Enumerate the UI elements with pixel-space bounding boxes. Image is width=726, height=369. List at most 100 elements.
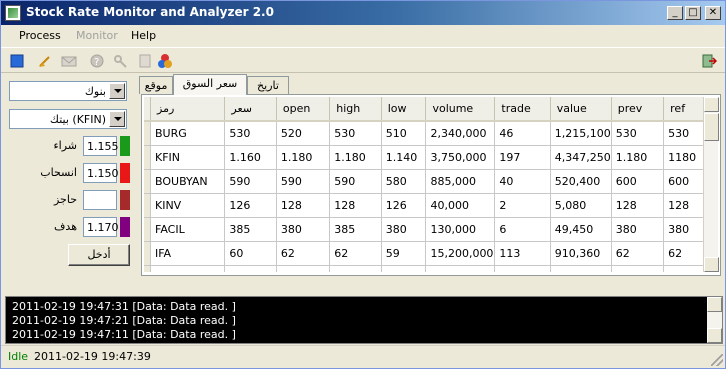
title-bar[interactable]: Stock Rate Monitor and Analyzer 2.0 _ □ … xyxy=(1,1,725,25)
buy-field[interactable]: 1.155 xyxy=(83,136,119,156)
table-cell[interactable]: KINV xyxy=(150,193,226,218)
table-cell[interactable]: 400 xyxy=(329,265,382,272)
help-icon[interactable]: ? xyxy=(89,53,105,69)
chevron-down-icon[interactable] xyxy=(109,111,125,127)
col-header-prev[interactable]: prev xyxy=(611,97,665,122)
col-header-ref[interactable]: ref xyxy=(663,97,704,122)
table-cell[interactable]: 3,750,000 xyxy=(425,145,496,170)
col-header-low[interactable]: low xyxy=(381,97,427,122)
table-cell[interactable]: 128 xyxy=(611,193,665,218)
table-cell[interactable]: 590 xyxy=(224,169,277,194)
table-cell[interactable]: IFA xyxy=(150,241,226,266)
table-cell[interactable]: 380 xyxy=(381,217,427,242)
table-cell[interactable]: 380 xyxy=(663,217,704,242)
col-header-price[interactable]: سعر xyxy=(224,97,277,122)
stop-icon[interactable] xyxy=(9,53,25,69)
table-cell[interactable]: 590 xyxy=(329,169,382,194)
table-cell[interactable]: 128 xyxy=(329,193,382,218)
table-cell[interactable]: 49,450 xyxy=(550,217,612,242)
scroll-thumb[interactable] xyxy=(704,113,719,141)
table-row[interactable]: NINV4004004003854,060,0001391,590,000400… xyxy=(144,265,704,272)
target-field[interactable]: 1.170 xyxy=(83,217,119,237)
table-cell[interactable]: 2,340,000 xyxy=(425,121,496,146)
table-cell[interactable]: 6 xyxy=(494,217,551,242)
table-cell[interactable]: 1.160 xyxy=(224,145,277,170)
tab-location[interactable]: موقع xyxy=(139,76,173,94)
table-cell[interactable]: 126 xyxy=(224,193,277,218)
table-cell[interactable]: 600 xyxy=(611,169,665,194)
table-cell[interactable]: 40,000 xyxy=(425,193,496,218)
col-header-symbol[interactable]: رمز xyxy=(150,97,226,122)
table-cell[interactable]: BURG xyxy=(150,121,226,146)
table-row[interactable]: KINV 126 128 128 126 40,000 2 5,080 128 128 xyxy=(144,193,704,218)
menu-help[interactable]: Help xyxy=(131,29,156,42)
table-cell[interactable]: 113 xyxy=(494,241,551,266)
table-row[interactable]: FACIL 385 380 385 380 130,000 6 49,450 380 380 xyxy=(144,217,704,242)
chevron-down-icon[interactable] xyxy=(109,83,125,99)
table-cell[interactable]: 1.180 xyxy=(611,145,665,170)
table-cell[interactable]: 62 xyxy=(663,241,704,266)
table-cell[interactable]: 40 xyxy=(494,169,551,194)
table-cell[interactable]: 4,347,250 xyxy=(550,145,612,170)
table-cell[interactable]: 139 xyxy=(494,265,551,272)
table-cell[interactable]: 1.180 xyxy=(329,145,382,170)
table-cell[interactable]: 400 xyxy=(611,265,665,272)
table-row[interactable]: KFIN 1.160 1.180 1.180 1.140 3,750,000 197 4,34… xyxy=(144,145,704,170)
table-cell[interactable]: 400 xyxy=(276,265,331,272)
table-cell[interactable]: 1.180 xyxy=(276,145,331,170)
table-cell[interactable]: 910,360 xyxy=(550,241,612,266)
close-button[interactable]: ✕ xyxy=(705,6,721,20)
barrier-field[interactable] xyxy=(83,190,117,210)
table-cell[interactable]: 1,215,100 xyxy=(550,121,612,146)
table-cell[interactable]: 1.140 xyxy=(381,145,427,170)
table-cell[interactable]: 128 xyxy=(663,193,704,218)
scroll-up-icon[interactable] xyxy=(704,97,719,112)
table-cell[interactable]: NINV xyxy=(150,265,226,272)
sector-select[interactable]: بنوك xyxy=(9,81,127,101)
scroll-down-icon[interactable] xyxy=(707,328,722,343)
table-cell[interactable]: 885,000 xyxy=(425,169,496,194)
key-icon[interactable] xyxy=(113,53,129,69)
table-cell[interactable]: 126 xyxy=(381,193,427,218)
mail-icon[interactable] xyxy=(61,53,77,69)
broom-icon[interactable] xyxy=(37,53,53,69)
table-cell[interactable]: 385 xyxy=(329,217,382,242)
table-cell[interactable]: 5,080 xyxy=(550,193,612,218)
table-cell[interactable]: 520 xyxy=(276,121,331,146)
tab-market-price[interactable]: سعر السوق xyxy=(173,74,247,95)
table-cell[interactable]: 590 xyxy=(276,169,331,194)
table-cell[interactable]: 128 xyxy=(276,193,331,218)
col-header-value[interactable]: value xyxy=(550,97,612,122)
company-select[interactable]: بيتك (KFIN) xyxy=(9,109,127,129)
table-cell[interactable]: 385 xyxy=(381,265,427,272)
table-cell[interactable]: 59 xyxy=(381,241,427,266)
table-cell[interactable]: 400 xyxy=(663,265,704,272)
exit-icon[interactable] xyxy=(701,53,717,69)
resize-grip-icon[interactable] xyxy=(711,354,723,366)
table-cell[interactable]: 62 xyxy=(276,241,331,266)
table-cell[interactable]: 530 xyxy=(663,121,704,146)
document-icon[interactable] xyxy=(137,53,153,69)
table-row[interactable]: BURG 530 520 530 510 2,340,000 46 1,215,100 530 5… xyxy=(144,121,704,146)
table-cell[interactable]: 380 xyxy=(276,217,331,242)
tab-history[interactable]: تاريخ xyxy=(247,76,289,94)
menu-monitor[interactable]: Monitor xyxy=(76,29,118,42)
table-cell[interactable]: 400 xyxy=(224,265,277,272)
enter-button[interactable]: أدخل xyxy=(68,244,130,266)
table-cell[interactable]: 15,200,000 xyxy=(425,241,496,266)
log-vertical-scrollbar[interactable] xyxy=(707,297,722,343)
table-cell[interactable]: 530 xyxy=(611,121,665,146)
table-row[interactable]: BOUBYAN 590 590 590 580 885,000 40 520,400 600 60… xyxy=(144,169,704,194)
table-cell[interactable]: 530 xyxy=(329,121,382,146)
stack-icon[interactable] xyxy=(157,53,173,69)
table-row[interactable]: IFA 60 62 62 59 15,200,000 113 910,360 62 62 xyxy=(144,241,704,266)
table-cell[interactable]: 130,000 xyxy=(425,217,496,242)
table-cell[interactable]: BOUBYAN xyxy=(150,169,226,194)
table-cell[interactable]: 510 xyxy=(381,121,427,146)
table-cell[interactable]: 380 xyxy=(611,217,665,242)
table-cell[interactable]: 520,400 xyxy=(550,169,612,194)
table-cell[interactable]: 46 xyxy=(494,121,551,146)
grid-vertical-scrollbar[interactable] xyxy=(703,97,719,272)
table-cell[interactable]: 600 xyxy=(663,169,704,194)
table-cell[interactable]: 385 xyxy=(224,217,277,242)
